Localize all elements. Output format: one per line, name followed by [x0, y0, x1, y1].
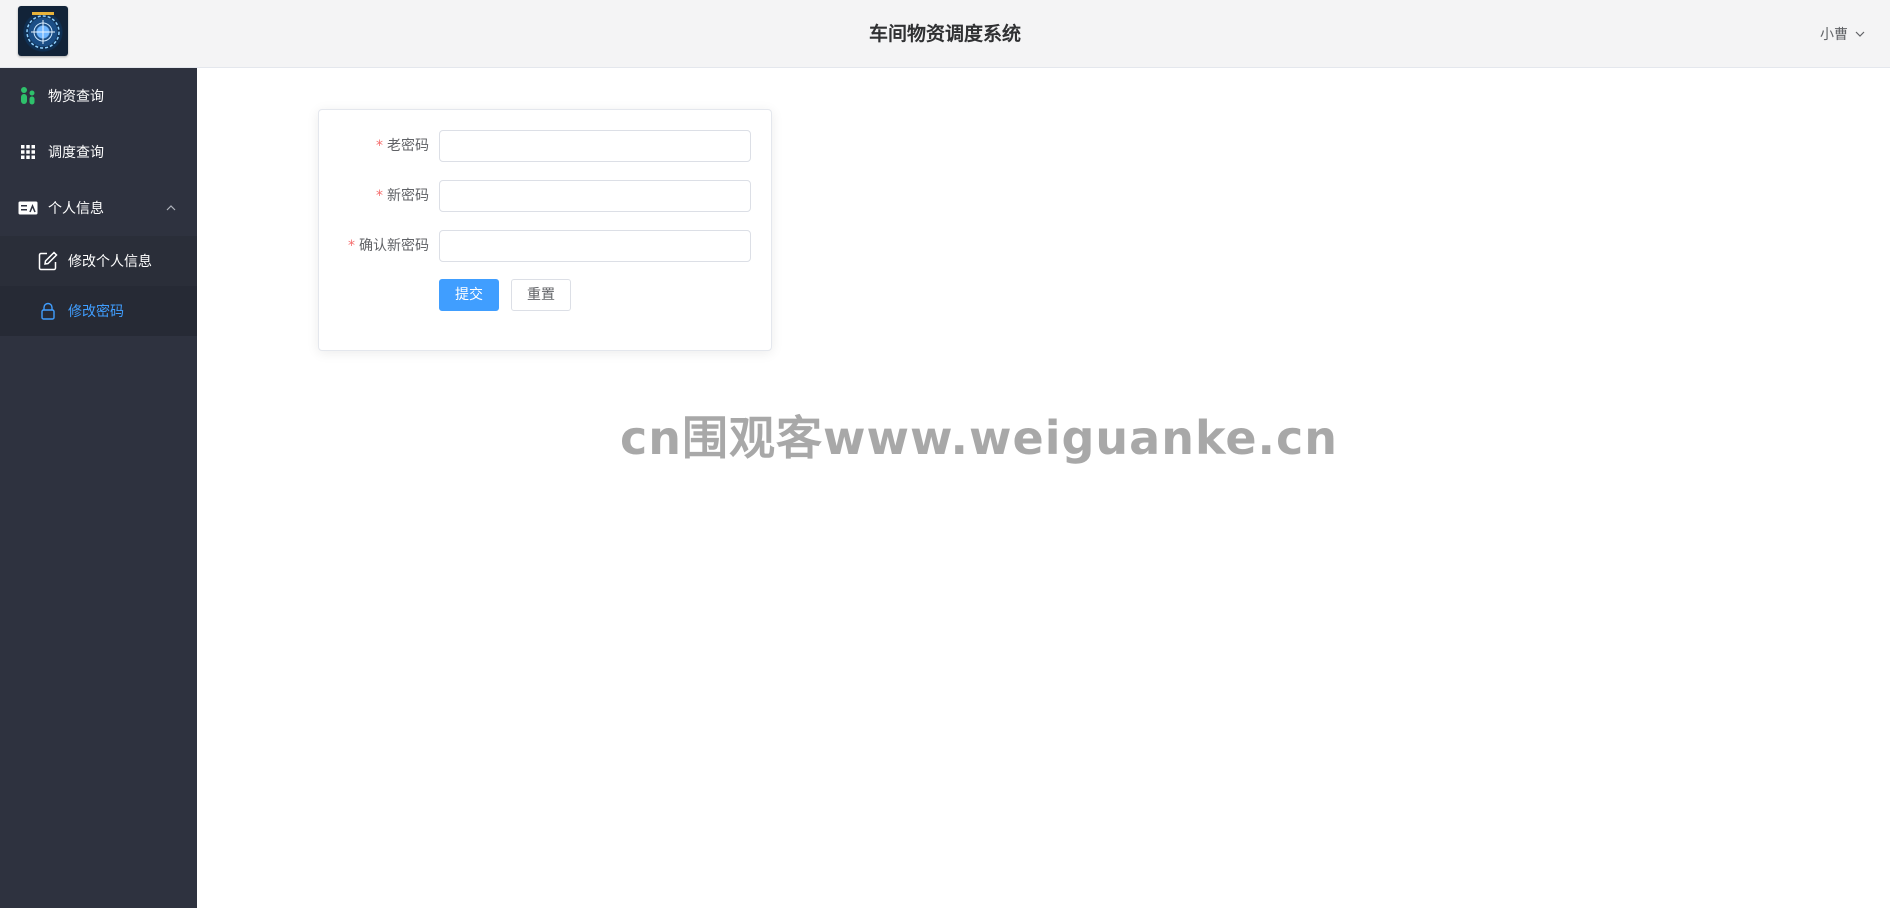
sidebar-item-label: 物资查询	[48, 89, 104, 105]
top-header: 车间物资调度系统 小曹	[0, 0, 1890, 68]
user-name: 小曹	[1820, 27, 1848, 43]
sidebar-item-label: 个人信息	[48, 201, 104, 217]
edit-icon	[38, 251, 58, 271]
sidebar: 物资查询 调度查询 个人信息 修改个人信息 修改密码	[0, 68, 197, 908]
new-password-label: * 新密码	[319, 179, 429, 213]
personal-info-submenu: 修改个人信息 修改密码	[0, 236, 197, 336]
sidebar-item-edit-profile[interactable]: 修改个人信息	[0, 236, 197, 286]
lock-icon	[38, 301, 58, 321]
logo-icon[interactable]	[18, 6, 68, 56]
confirm-password-label: * 确认新密码	[319, 229, 429, 263]
app-title: 车间物资调度系统	[868, 23, 1021, 45]
watermark-text: cn围观客www.weiguanke.cn	[620, 411, 1339, 465]
required-mark: *	[376, 138, 383, 154]
sidebar-item-material-query[interactable]: 物资查询	[0, 68, 197, 124]
field-label-text: 确认新密码	[359, 238, 429, 254]
people-icon	[18, 86, 38, 106]
sidebar-item-change-password[interactable]: 修改密码	[0, 286, 197, 336]
required-mark: *	[376, 188, 383, 204]
old-password-input[interactable]	[439, 130, 751, 162]
sidebar-item-label: 修改个人信息	[68, 254, 152, 270]
old-password-row: * 老密码	[319, 129, 773, 163]
reset-button[interactable]: 重置	[511, 279, 571, 311]
submit-button[interactable]: 提交	[439, 279, 499, 311]
required-mark: *	[348, 238, 355, 254]
sidebar-item-label: 修改密码	[68, 304, 124, 320]
chevron-up-icon	[165, 202, 177, 214]
new-password-input[interactable]	[439, 180, 751, 212]
field-label-text: 新密码	[387, 188, 429, 204]
field-label-text: 老密码	[387, 138, 429, 154]
old-password-label: * 老密码	[319, 129, 429, 163]
grid-icon	[18, 142, 38, 162]
chevron-down-icon	[1854, 28, 1866, 40]
user-dropdown[interactable]: 小曹	[1820, 0, 1866, 68]
sidebar-item-dispatch-query[interactable]: 调度查询	[0, 124, 197, 180]
sidebar-item-label: 调度查询	[48, 145, 104, 161]
confirm-password-input[interactable]	[439, 230, 751, 262]
new-password-row: * 新密码	[319, 179, 773, 213]
id-card-icon	[18, 198, 38, 218]
confirm-password-row: * 确认新密码	[319, 229, 773, 263]
change-password-card: * 老密码 * 新密码 * 确认新密码 提交 重置	[318, 109, 772, 351]
sidebar-item-personal-info[interactable]: 个人信息	[0, 180, 197, 236]
